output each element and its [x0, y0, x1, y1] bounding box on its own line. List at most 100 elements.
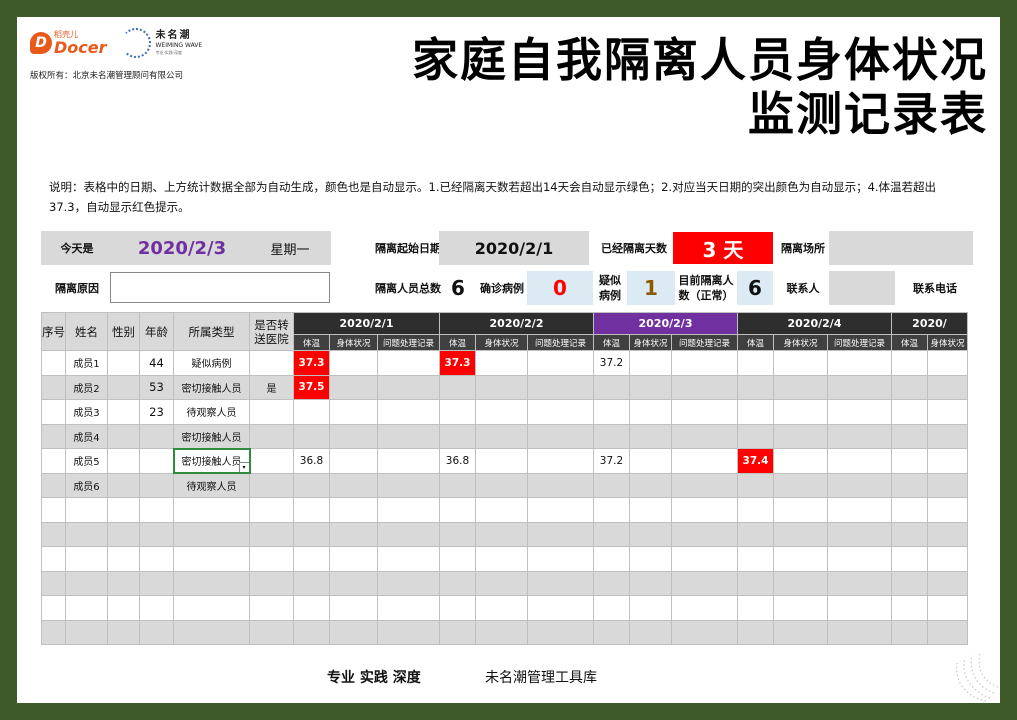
cell-condition[interactable] — [773, 399, 828, 425]
cell-condition[interactable] — [629, 423, 672, 449]
cell-type[interactable]: 密切接触人员 — [173, 423, 250, 449]
cell-type[interactable]: 待观察人员 — [173, 399, 250, 425]
cell-condition[interactable] — [629, 497, 672, 523]
cell-condition[interactable] — [329, 619, 378, 645]
cell-record[interactable] — [827, 570, 892, 596]
cell-condition[interactable] — [773, 423, 828, 449]
cell-temperature[interactable] — [737, 399, 774, 425]
cell-name[interactable]: 成员6 — [65, 472, 108, 498]
cell-condition[interactable] — [329, 350, 378, 376]
cell-name[interactable]: 成员2 — [65, 374, 108, 400]
cell-hospital[interactable] — [249, 448, 294, 474]
cell-record[interactable] — [827, 448, 892, 474]
cell-name[interactable]: 成员1 — [65, 350, 108, 376]
cell-age[interactable] — [139, 497, 174, 523]
cell-record[interactable] — [527, 497, 594, 523]
cell-gender[interactable] — [107, 595, 140, 621]
cell-name[interactable]: 成员4 — [65, 423, 108, 449]
cell-condition[interactable] — [629, 374, 672, 400]
cell-condition[interactable] — [927, 350, 968, 376]
cell-type[interactable] — [173, 521, 250, 547]
cell-hospital[interactable] — [249, 497, 294, 523]
cell-temperature[interactable] — [439, 546, 476, 572]
cell-temperature[interactable]: 37.5 — [293, 374, 330, 400]
cell-record[interactable] — [377, 595, 440, 621]
cell-record[interactable] — [671, 619, 738, 645]
cell-condition[interactable] — [773, 497, 828, 523]
cell-temperature[interactable] — [891, 399, 928, 425]
cell-temperature[interactable] — [891, 472, 928, 498]
cell-temperature[interactable] — [737, 521, 774, 547]
cell-temperature[interactable] — [439, 399, 476, 425]
cell-temperature[interactable] — [439, 472, 476, 498]
cell-hospital[interactable] — [249, 570, 294, 596]
cell-temperature[interactable] — [439, 619, 476, 645]
cell-condition[interactable] — [475, 619, 528, 645]
cell-gender[interactable] — [107, 497, 140, 523]
cell-no[interactable] — [41, 521, 66, 547]
cell-age[interactable] — [139, 619, 174, 645]
cell-record[interactable] — [827, 423, 892, 449]
cell-record[interactable] — [377, 472, 440, 498]
cell-condition[interactable] — [773, 546, 828, 572]
cell-temperature[interactable] — [293, 619, 330, 645]
cell-condition[interactable] — [629, 350, 672, 376]
cell-record[interactable] — [671, 497, 738, 523]
cell-temperature[interactable] — [593, 472, 630, 498]
cell-record[interactable] — [377, 521, 440, 547]
cell-age[interactable] — [139, 521, 174, 547]
cell-condition[interactable] — [329, 399, 378, 425]
cell-condition[interactable] — [475, 521, 528, 547]
cell-no[interactable] — [41, 448, 66, 474]
cell-no[interactable] — [41, 595, 66, 621]
cell-hospital[interactable] — [249, 423, 294, 449]
cell-record[interactable] — [527, 350, 594, 376]
cell-no[interactable] — [41, 546, 66, 572]
cell-temperature[interactable] — [293, 423, 330, 449]
cell-temperature[interactable] — [593, 399, 630, 425]
cell-temperature[interactable] — [891, 374, 928, 400]
cell-temperature[interactable] — [593, 546, 630, 572]
cell-condition[interactable] — [927, 570, 968, 596]
cell-record[interactable] — [671, 350, 738, 376]
cell-record[interactable] — [377, 497, 440, 523]
cell-condition[interactable] — [475, 448, 528, 474]
cell-gender[interactable] — [107, 521, 140, 547]
cell-temperature[interactable] — [891, 619, 928, 645]
cell-record[interactable] — [827, 374, 892, 400]
cell-condition[interactable] — [927, 595, 968, 621]
cell-temperature[interactable] — [737, 374, 774, 400]
cell-temperature[interactable] — [891, 595, 928, 621]
cell-record[interactable] — [827, 472, 892, 498]
cell-age[interactable]: 23 — [139, 399, 174, 425]
cell-no[interactable] — [41, 423, 66, 449]
cell-condition[interactable] — [927, 448, 968, 474]
cell-condition[interactable] — [475, 374, 528, 400]
contact-field[interactable] — [829, 271, 895, 305]
cell-hospital[interactable] — [249, 595, 294, 621]
cell-condition[interactable] — [927, 399, 968, 425]
cell-record[interactable] — [527, 448, 594, 474]
cell-hospital[interactable] — [249, 399, 294, 425]
cell-age[interactable]: 44 — [139, 350, 174, 376]
cell-temperature[interactable] — [293, 546, 330, 572]
cell-temperature[interactable] — [891, 546, 928, 572]
place-field[interactable] — [829, 231, 973, 265]
cell-age[interactable] — [139, 448, 174, 474]
cell-condition[interactable] — [329, 423, 378, 449]
cell-record[interactable] — [671, 521, 738, 547]
cell-temperature[interactable] — [737, 472, 774, 498]
cell-condition[interactable] — [475, 570, 528, 596]
cell-record[interactable] — [377, 448, 440, 474]
cell-condition[interactable] — [475, 497, 528, 523]
cell-temperature[interactable] — [737, 423, 774, 449]
cell-temperature[interactable] — [593, 570, 630, 596]
cell-temperature[interactable] — [293, 399, 330, 425]
cell-gender[interactable] — [107, 619, 140, 645]
cell-condition[interactable] — [927, 423, 968, 449]
cell-record[interactable] — [377, 546, 440, 572]
cell-temperature[interactable] — [891, 497, 928, 523]
cell-age[interactable] — [139, 472, 174, 498]
cell-record[interactable] — [527, 521, 594, 547]
cell-name[interactable] — [65, 570, 108, 596]
